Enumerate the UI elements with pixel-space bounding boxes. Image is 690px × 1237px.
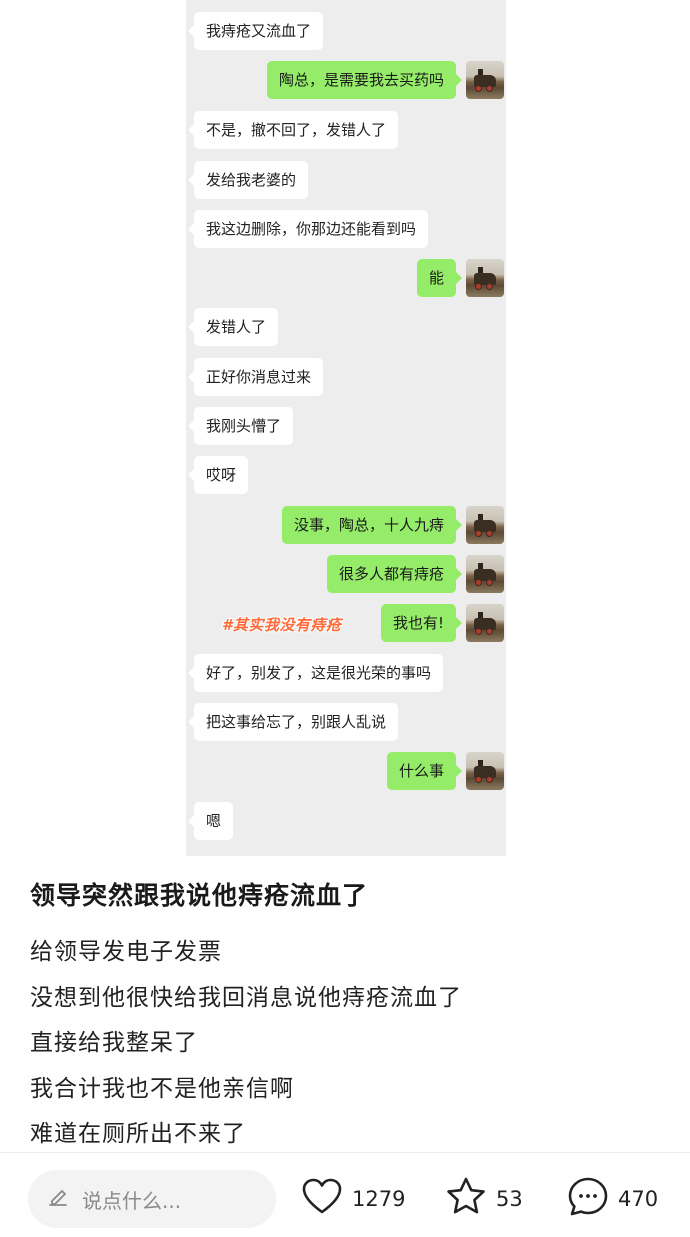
chat-message-sent: 能: [186, 259, 506, 299]
chat-message-received: 我刚头懵了: [186, 407, 506, 447]
message-bubble: 嗯: [187, 802, 234, 840]
message-bubble: 我这边删除，你那边还能看到吗: [187, 210, 429, 248]
chat-message-received: 正好你消息过来: [186, 358, 506, 398]
divider: [0, 1152, 690, 1153]
message-bubble: 正好你消息过来: [187, 358, 324, 396]
chat-message-sent: 什么事: [186, 752, 506, 792]
message-bubble: 把这事给忘了，别跟人乱说: [187, 703, 399, 741]
chat-message-received: 发错人了: [186, 308, 506, 348]
chat-message-received: 发给我老婆的: [186, 161, 506, 201]
message-bubble: 哎呀: [187, 456, 249, 494]
chat-message-received: 我这边删除，你那边还能看到吗: [186, 210, 506, 250]
chat-message-received: 嗯: [186, 802, 506, 842]
comment-placeholder: 说点什么...: [82, 1188, 182, 1213]
message-bubble: 能: [416, 259, 463, 297]
star-icon: [444, 1175, 488, 1223]
post-line: 给领导发电子发票: [30, 939, 222, 965]
message-bubble: 好了，别发了，这是很光荣的事吗: [187, 654, 444, 692]
comment-bubble-icon: [566, 1175, 610, 1223]
chat-message-received: 好了，别发了，这是很光荣的事吗: [186, 654, 506, 694]
message-bubble: 没事，陶总，十人九痔: [281, 506, 463, 544]
message-bubble: 不是，撤不回了，发错人了: [187, 111, 399, 149]
chat-message-received: 我痔疮又流血了: [186, 12, 506, 52]
chat-screenshot: 我痔疮又流血了 陶总，是需要我去买药吗 不是，撤不回了，发错人了 发给我老婆的 …: [186, 0, 506, 856]
like-button[interactable]: 1279: [300, 1176, 405, 1222]
heart-icon: [300, 1175, 344, 1223]
avatar[interactable]: [466, 555, 504, 593]
post-line: 难道在厕所出不来了: [30, 1121, 246, 1147]
chat-message-sent: 很多人都有痔疮: [186, 555, 506, 595]
avatar[interactable]: [466, 752, 504, 790]
comment-input[interactable]: 说点什么...: [28, 1170, 276, 1228]
avatar[interactable]: [466, 61, 504, 99]
comment-button[interactable]: 470: [566, 1176, 658, 1222]
message-bubble: 发给我老婆的: [187, 161, 309, 199]
message-bubble: 我痔疮又流血了: [187, 12, 324, 50]
message-bubble: 发错人了: [187, 308, 279, 346]
message-bubble: 我刚头懵了: [187, 407, 294, 445]
message-bubble: 我也有!: [380, 604, 463, 642]
avatar[interactable]: [466, 604, 504, 642]
chat-message-received: 把这事给忘了，别跟人乱说: [186, 703, 506, 743]
post-line: 没想到他很快给我回消息说他痔疮流血了: [30, 984, 462, 1011]
sticker-caption: #其实我没有痔疮: [222, 616, 342, 634]
comment-count: 470: [618, 1187, 659, 1211]
star-count: 53: [496, 1187, 523, 1211]
chat-message-received: 不是，撤不回了，发错人了: [186, 111, 506, 151]
pencil-icon: [46, 1185, 70, 1213]
message-bubble: 什么事: [386, 752, 463, 790]
message-bubble: 陶总，是需要我去买药吗: [266, 61, 463, 99]
chat-message-sent: 陶总，是需要我去买药吗: [186, 61, 506, 101]
post-line: 直接给我整呆了: [30, 1030, 198, 1056]
post-body: 给领导发电子发票 没想到他很快给我回消息说他痔疮流血了 直接给我整呆了 我合计我…: [30, 930, 462, 1158]
post-line: 我合计我也不是他亲信啊: [30, 1075, 294, 1102]
message-bubble: 很多人都有痔疮: [326, 555, 463, 593]
chat-message-sent: 没事，陶总，十人九痔: [186, 506, 506, 546]
chat-message-received: 哎呀: [186, 456, 506, 496]
avatar[interactable]: [466, 259, 504, 297]
favorite-button[interactable]: 53: [444, 1176, 523, 1222]
post-title: 领导突然跟我说他痔疮流血了: [30, 881, 369, 910]
like-count: 1279: [352, 1187, 406, 1211]
avatar[interactable]: [466, 506, 504, 544]
